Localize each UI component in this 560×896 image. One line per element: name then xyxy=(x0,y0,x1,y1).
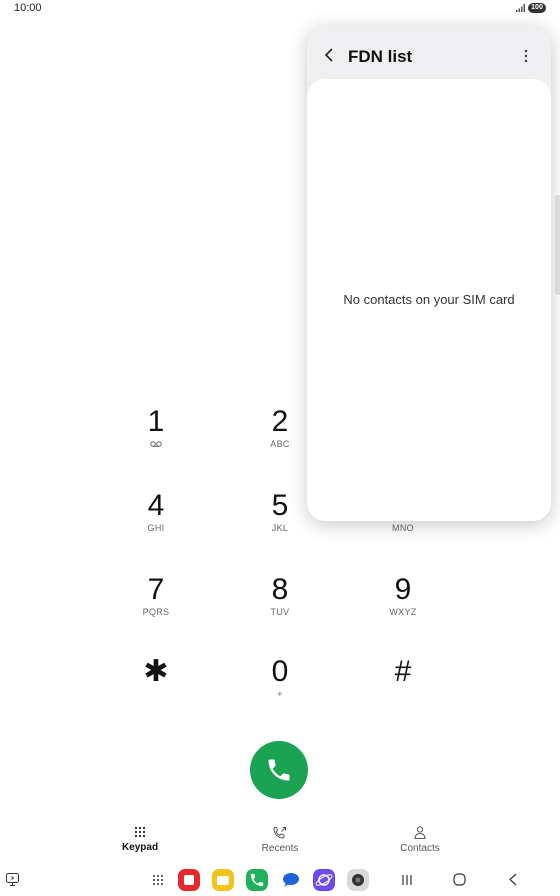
camera-icon[interactable] xyxy=(347,869,369,891)
key-digit: 9 xyxy=(394,573,412,606)
popup-title: FDN list xyxy=(348,47,413,66)
fdn-list-popup: FDN list No contacts on your SIM card xyxy=(307,25,551,521)
screenshot-edit-icon[interactable] xyxy=(6,873,19,886)
key-8[interactable]: 8 TUV xyxy=(235,574,325,634)
key-letters: GHI xyxy=(147,523,165,533)
key-4[interactable]: 4 GHI xyxy=(111,490,201,550)
folder-glyph xyxy=(217,876,229,885)
key-letters: PQRS xyxy=(142,607,170,617)
system-bar xyxy=(0,866,560,896)
phone-icon xyxy=(268,759,290,781)
voicemail-icon xyxy=(150,441,162,447)
tab-label: Contacts xyxy=(400,843,440,854)
message-bubble-glyph xyxy=(283,873,299,887)
tab-contacts[interactable]: Contacts xyxy=(380,826,460,858)
red-app-glyph xyxy=(184,875,194,885)
key-digit: # xyxy=(394,655,412,688)
key-7[interactable]: 7 PQRS xyxy=(111,574,201,634)
key-digit: 4 xyxy=(147,489,165,522)
camera-lens-glyph xyxy=(352,874,364,886)
key-digit: 0 xyxy=(271,655,289,688)
recents-icon xyxy=(273,827,286,839)
key-digit: 7 xyxy=(147,573,165,606)
planet-glyph xyxy=(315,874,333,886)
red-app-icon[interactable] xyxy=(178,869,200,891)
edge-panel-handle[interactable] xyxy=(555,195,560,295)
popup-content: No contacts on your SIM card xyxy=(307,79,551,521)
internet-icon[interactable] xyxy=(313,869,335,891)
battery-level: 100 xyxy=(528,3,546,13)
key-1[interactable]: 1 xyxy=(111,406,201,466)
contacts-icon xyxy=(414,826,426,839)
tab-recents[interactable]: Recents xyxy=(240,826,320,858)
signal-icon xyxy=(516,4,525,12)
key-letters: MNO xyxy=(392,523,414,533)
phone-app-icon[interactable] xyxy=(246,869,268,891)
my-files-icon[interactable] xyxy=(212,869,234,891)
messages-icon[interactable] xyxy=(280,869,302,891)
keypad-icon xyxy=(134,826,146,838)
empty-state-message: No contacts on your SIM card xyxy=(343,292,515,307)
app-drawer-icon[interactable] xyxy=(152,874,164,886)
key-9[interactable]: 9 WXYZ xyxy=(358,574,448,634)
home-icon[interactable] xyxy=(453,873,466,886)
key-digit: 1 xyxy=(147,405,165,438)
more-options-icon[interactable] xyxy=(519,49,533,63)
key-letters: + xyxy=(277,689,283,699)
popup-header: FDN list xyxy=(307,25,551,79)
tab-label: Recents xyxy=(261,843,299,854)
key-hash[interactable]: # xyxy=(358,656,448,716)
status-time: 10:00 xyxy=(14,2,42,14)
phone-glyph xyxy=(250,873,264,887)
tab-keypad[interactable]: Keypad xyxy=(100,826,180,858)
tab-label: Keypad xyxy=(121,842,159,853)
key-letters: TUV xyxy=(270,607,290,617)
status-bar: 10:00 100 xyxy=(0,0,560,18)
recent-apps-icon[interactable] xyxy=(401,874,413,886)
key-digit: ✱ xyxy=(143,655,169,688)
key-star[interactable]: ✱ xyxy=(111,656,201,716)
key-digit: 8 xyxy=(271,573,289,606)
back-icon[interactable] xyxy=(321,47,337,63)
key-letters: WXYZ xyxy=(389,607,417,617)
back-nav-icon[interactable] xyxy=(508,873,518,886)
call-button[interactable] xyxy=(250,741,308,799)
key-0[interactable]: 0 + xyxy=(235,656,325,716)
key-letters: JKL xyxy=(271,523,289,533)
